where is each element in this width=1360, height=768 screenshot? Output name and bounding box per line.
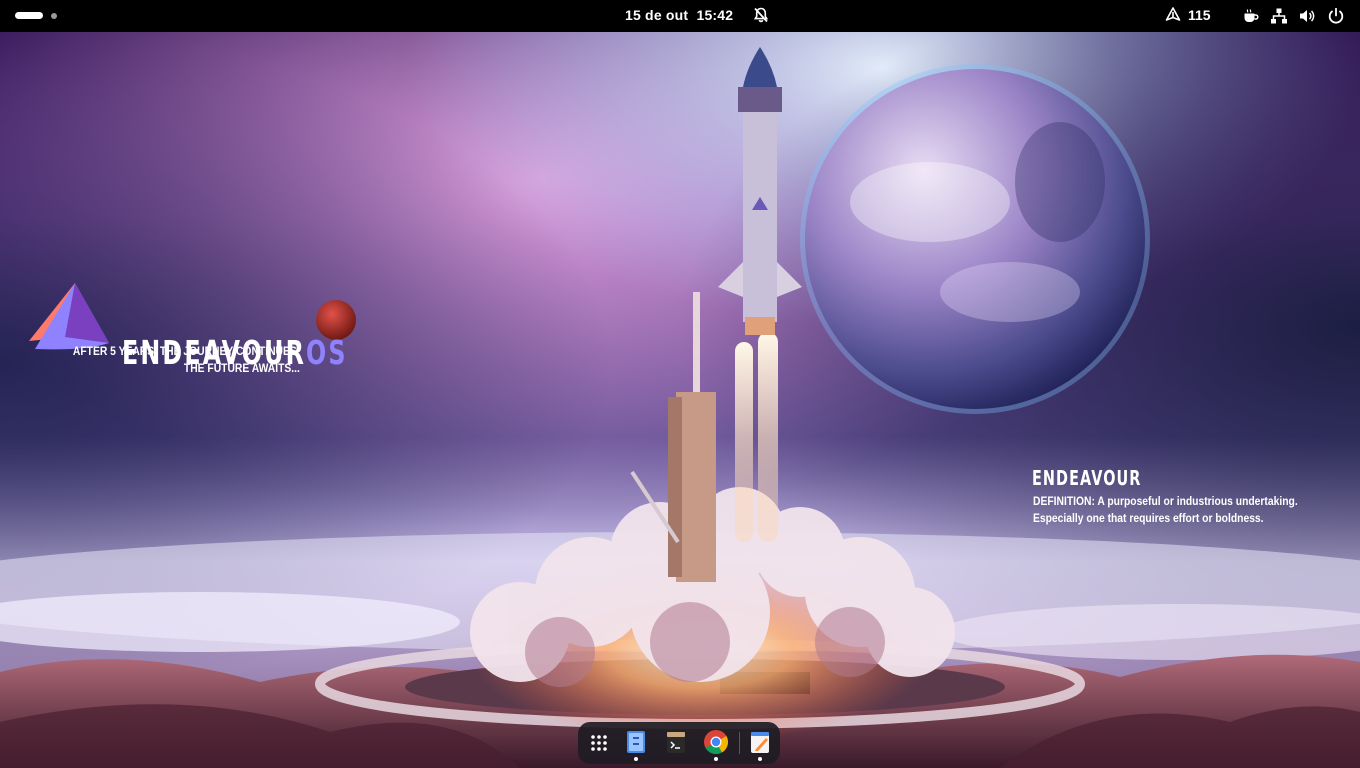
files-icon[interactable] xyxy=(623,729,649,755)
definition-line-1: DEFINITION: A purposeful or industrious … xyxy=(1033,494,1298,508)
workspace-active[interactable] xyxy=(15,12,43,19)
updates-count: 115 xyxy=(1188,7,1211,23)
tagline-line-2: THE FUTURE AWAITS... xyxy=(183,361,300,375)
wallpaper-art xyxy=(0,32,1360,768)
definition-title: ENDEAVOUR xyxy=(1032,466,1142,490)
power-icon[interactable] xyxy=(1327,7,1345,25)
tagline-line-1: AFTER 5 YEARS, THE JOURNEY CONTINUES. xyxy=(73,344,300,358)
workspace-indicator[interactable] xyxy=(15,12,57,19)
terminal-icon[interactable] xyxy=(663,730,689,756)
desktop-wallpaper: ENDEAVOUR OS AFTER 5 YEARS, THE JOURNEY C… xyxy=(0,32,1360,768)
text-editor-running-indicator xyxy=(758,757,762,761)
app-grid-icon[interactable] xyxy=(586,730,612,756)
workspace-inactive[interactable] xyxy=(51,12,57,19)
brand-name-os: OS xyxy=(306,333,348,372)
chrome-running-indicator xyxy=(714,757,718,761)
update-arrow-icon xyxy=(1165,7,1181,21)
chrome-icon[interactable] xyxy=(703,729,729,755)
updates-indicator[interactable]: 115 xyxy=(1164,6,1211,24)
network-wired-icon[interactable] xyxy=(1270,7,1288,25)
text-editor-icon[interactable] xyxy=(747,729,773,755)
clock-button[interactable]: 15 de out 15:42 xyxy=(625,7,733,23)
definition-line-2: Especially one that requires effort or b… xyxy=(1033,511,1264,525)
clock-time: 15:42 xyxy=(696,7,734,23)
top-panel: 15 de out 15:42 115 xyxy=(0,0,1360,32)
dnd-bell-off-icon[interactable] xyxy=(752,6,770,24)
files-running-indicator xyxy=(634,757,638,761)
volume-icon[interactable] xyxy=(1298,7,1316,25)
endeavouros-logo-icon xyxy=(29,283,109,350)
caffeine-cup-icon[interactable] xyxy=(1242,7,1260,25)
dock-separator xyxy=(739,732,740,754)
clock-date: 15 de out xyxy=(625,7,689,23)
